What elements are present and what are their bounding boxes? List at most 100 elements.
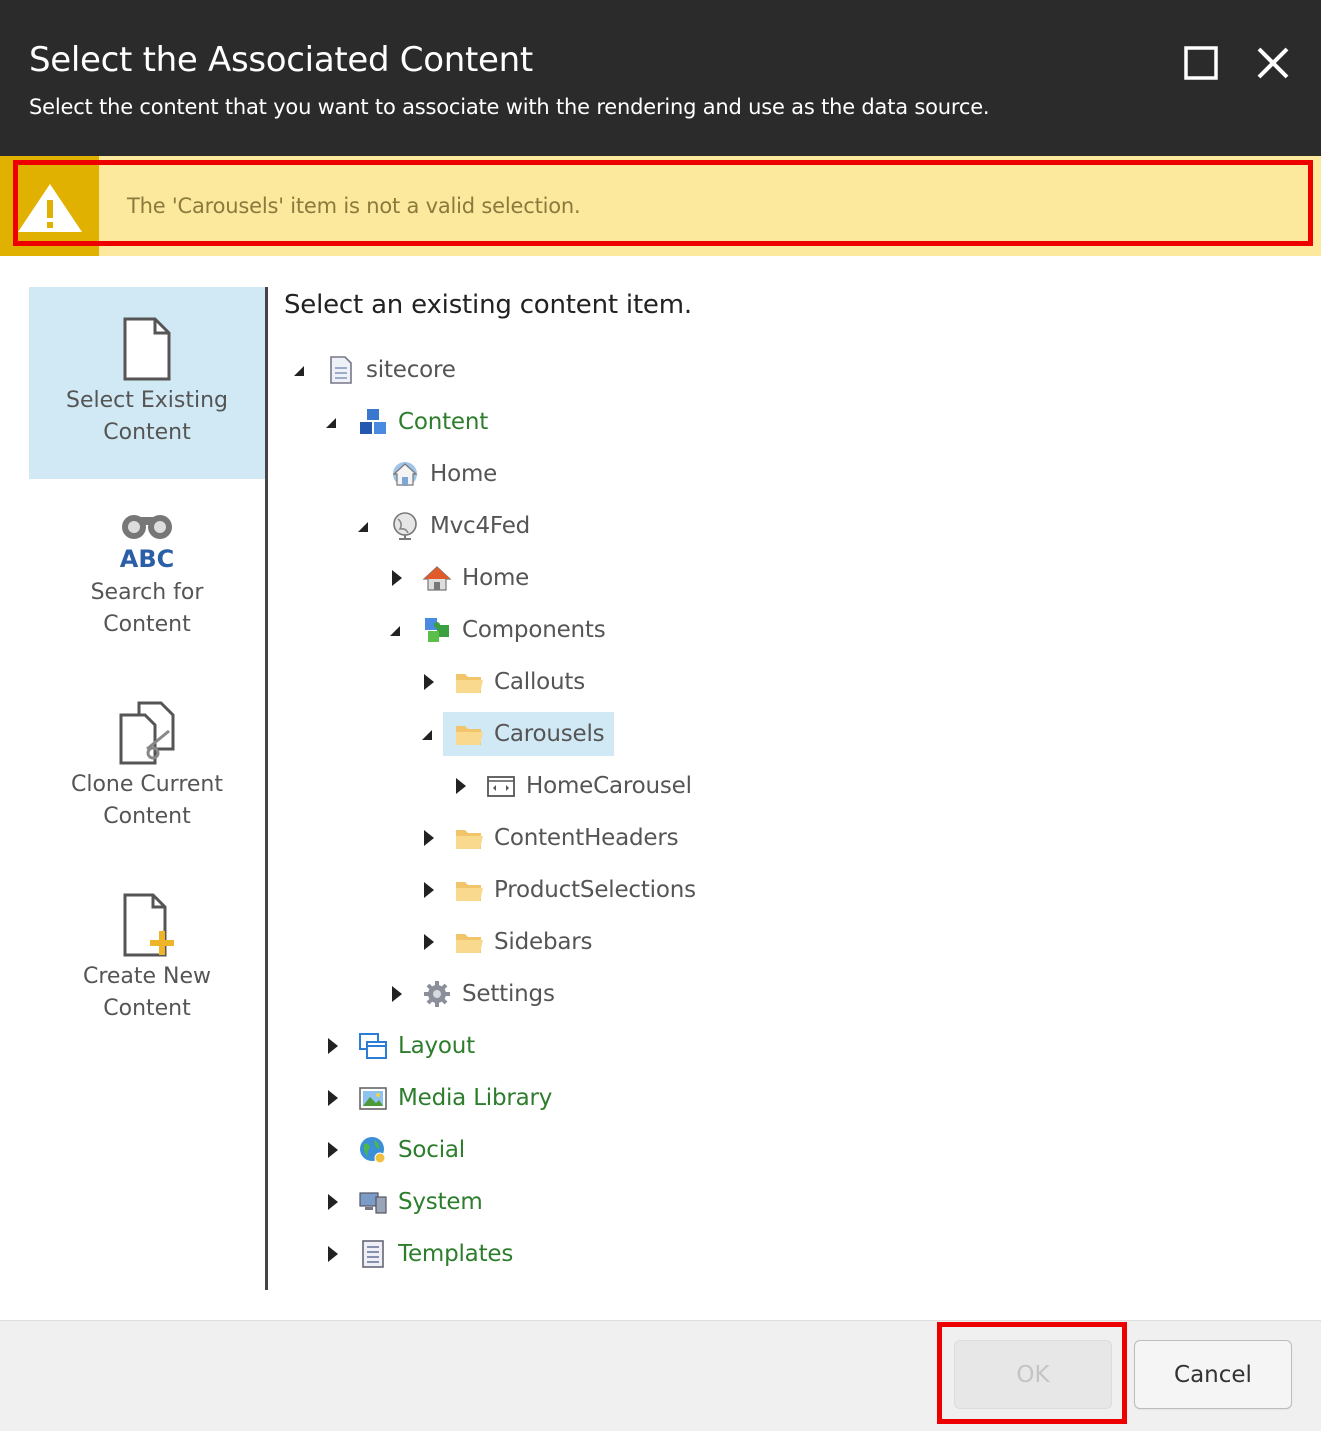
tree-node-content[interactable]: Content — [358, 400, 498, 444]
folder-icon — [456, 674, 483, 693]
clone-documents-icon — [119, 701, 175, 765]
expand-arrow-icon[interactable] — [450, 764, 472, 808]
main-heading: Select an existing content item. — [284, 290, 692, 320]
tree-node-contentheaders[interactable]: ContentHeaders — [454, 816, 688, 860]
tree-label: Social — [398, 1137, 465, 1163]
close-button[interactable] — [1250, 40, 1296, 86]
tree-node-social[interactable]: Social — [358, 1128, 475, 1172]
tree-label: System — [398, 1189, 483, 1215]
document-icon — [123, 317, 171, 381]
carousel-icon — [487, 776, 515, 797]
collapse-arrow-icon[interactable] — [322, 400, 344, 444]
expand-arrow-icon[interactable] — [386, 972, 408, 1016]
expand-arrow-icon[interactable] — [322, 1076, 344, 1120]
sidebar-item-search[interactable]: ABC Search for Content — [29, 479, 265, 671]
expand-arrow-icon[interactable] — [322, 1180, 344, 1224]
maximize-icon — [1184, 46, 1218, 80]
tree-node-carousels[interactable]: Carousels — [443, 712, 615, 756]
sidebar-label-line1: Select Existing — [65, 388, 228, 413]
dialog-footer — [0, 1320, 1321, 1431]
tree-node-system[interactable]: System — [358, 1180, 493, 1224]
svg-text:ABC: ABC — [120, 545, 174, 571]
tree-node-callouts[interactable]: Callouts — [454, 660, 595, 704]
gear-icon — [424, 981, 450, 1007]
tree-node-layout[interactable]: Layout — [358, 1024, 485, 1068]
tree-node-templates[interactable]: Templates — [358, 1232, 523, 1276]
tree-label: ContentHeaders — [494, 825, 679, 851]
tree-node-mvc4fed[interactable]: Mvc4Fed — [390, 504, 540, 548]
tree-node-sidebars[interactable]: Sidebars — [454, 920, 602, 964]
binoculars-abc-icon: ABC — [120, 515, 174, 571]
tree-label: Callouts — [494, 669, 585, 695]
new-document-icon — [123, 893, 174, 957]
sidebar-label-line1: Search for — [90, 580, 204, 605]
sitecore-page-icon — [330, 356, 352, 384]
expand-arrow-icon[interactable] — [322, 1128, 344, 1172]
tree-label: Home — [430, 461, 498, 487]
expand-arrow-icon[interactable] — [322, 1024, 344, 1068]
components-puzzle-icon — [425, 618, 449, 642]
tree-label: ProductSelections — [494, 877, 696, 903]
expand-arrow-icon[interactable] — [418, 816, 440, 860]
house-icon — [422, 566, 452, 591]
expand-arrow-icon[interactable] — [386, 556, 408, 600]
sidebar-item-create-new[interactable]: Create New Content — [29, 863, 265, 1055]
tree-node-media-library[interactable]: Media Library — [358, 1076, 562, 1120]
tree-label: Templates — [398, 1241, 514, 1267]
sidebar-item-select-existing[interactable]: Select Existing Content — [29, 287, 265, 479]
expand-arrow-icon[interactable] — [418, 660, 440, 704]
folder-icon — [456, 830, 483, 849]
tree-node-home-root[interactable]: Home — [390, 452, 507, 496]
warning-icon-box — [0, 156, 99, 256]
tree-node-settings[interactable]: Settings — [422, 972, 565, 1016]
tree-label: Content — [398, 409, 489, 435]
tree-label: Components — [462, 617, 606, 643]
globe-icon — [393, 512, 417, 540]
collapse-arrow-icon[interactable] — [290, 348, 312, 392]
expand-arrow-icon[interactable] — [322, 1232, 344, 1276]
tree-label: Home — [462, 565, 530, 591]
tree-label: Carousels — [494, 721, 605, 747]
expand-arrow-icon[interactable] — [418, 920, 440, 964]
sidebar-divider — [265, 287, 268, 1290]
tree-node-home[interactable]: Home — [422, 556, 539, 600]
home-globe-icon — [392, 462, 418, 486]
warning-icon — [18, 184, 82, 232]
cancel-button[interactable]: Cancel — [1134, 1340, 1292, 1409]
sidebar-label-line1: Create New — [82, 964, 212, 989]
sidebar-label-line2: Content — [103, 996, 191, 1021]
sidebar-item-clone[interactable]: Clone Current Content — [29, 671, 265, 863]
sidebar-label-line2: Content — [103, 804, 191, 829]
collapse-arrow-icon[interactable] — [354, 504, 376, 548]
folder-icon — [456, 726, 483, 745]
expand-arrow-icon[interactable] — [418, 868, 440, 912]
folder-icon — [456, 882, 483, 901]
warning-message: The 'Carousels' item is not a valid sele… — [127, 194, 581, 218]
associated-content-dialog: Select the Associated Content Select the… — [0, 0, 1321, 1431]
tree-label: Mvc4Fed — [430, 513, 531, 539]
tree-node-sitecore[interactable]: sitecore — [326, 348, 466, 392]
sidebar: Select Existing Content ABC Search for C… — [29, 287, 265, 1290]
tree-label: Media Library — [398, 1085, 553, 1111]
social-globe-icon — [360, 1137, 386, 1164]
tree-node-homecarousel[interactable]: HomeCarousel — [486, 764, 702, 808]
tree-label: HomeCarousel — [526, 773, 692, 799]
sidebar-label-line2: Content — [103, 612, 191, 637]
close-icon — [1257, 47, 1289, 79]
tree-node-productselections[interactable]: ProductSelections — [454, 868, 706, 912]
sidebar-label-line2: Content — [103, 420, 191, 445]
system-computer-icon — [359, 1192, 387, 1214]
media-picture-icon — [359, 1087, 387, 1110]
tree-label: Sidebars — [494, 929, 593, 955]
dialog-title: Select the Associated Content — [29, 40, 533, 80]
collapse-arrow-icon[interactable] — [418, 712, 440, 756]
content-cubes-icon — [360, 409, 386, 434]
tree-label: Layout — [398, 1033, 475, 1059]
tree-node-components[interactable]: Components — [422, 608, 616, 652]
ok-button[interactable]: OK — [954, 1340, 1112, 1409]
dialog-subtitle: Select the content that you want to asso… — [29, 95, 990, 119]
collapse-arrow-icon[interactable] — [386, 608, 408, 652]
tree-label: sitecore — [366, 357, 456, 383]
maximize-button[interactable] — [1178, 40, 1224, 86]
dialog-header: Select the Associated Content Select the… — [0, 0, 1321, 156]
